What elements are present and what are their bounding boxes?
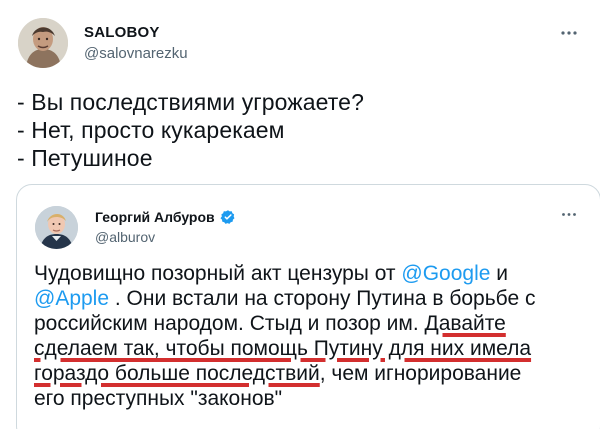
quoted-text-line: его преступных "законов" xyxy=(34,386,579,411)
tweet-header: SALOBOY @salovnarezku xyxy=(18,17,582,69)
quoted-text-line: Чудовищно позорный акт цензуры от @Googl… xyxy=(34,261,579,286)
highlighted-text-fragment: Давайте xyxy=(424,312,506,335)
quoted-text-fragment: и xyxy=(490,262,509,285)
quoted-author-meta: Георгий Албуров @alburov xyxy=(95,209,236,245)
quoted-text-line: @Apple . Они встали на сторону Путина в … xyxy=(34,286,579,311)
tweet-text: - Вы последствиями угрожаете? - Нет, про… xyxy=(17,89,364,171)
quoted-text-fragment: . Они встали на сторону Путина в борьбе … xyxy=(109,287,536,310)
mention-link-google[interactable]: @Google xyxy=(401,262,490,285)
quoted-author-name-row: Георгий Албуров xyxy=(95,209,236,225)
quoted-text-line: сделаем так, чтобы помощь Путину для них… xyxy=(34,336,579,361)
quoted-text-fragment: , чем игнорирование xyxy=(319,362,522,385)
quoted-tweet-header: Георгий Албуров @alburov xyxy=(35,202,585,252)
quoted-text-line: российским народом. Стыд и позор им. Дав… xyxy=(34,311,579,336)
quoted-text-fragment: российским народом. Стыд и позор им. xyxy=(34,312,425,335)
quoted-text-fragment: Чудовищно позорный акт цензуры от xyxy=(34,262,402,285)
highlighted-text-fragment: гораздо больше последствий xyxy=(34,362,320,385)
verified-badge-icon xyxy=(220,209,236,225)
quoted-author-avatar[interactable] xyxy=(35,205,78,249)
quoted-author-display-name[interactable]: Георгий Албуров xyxy=(95,209,215,225)
author-meta: SALOBOY @salovnarezku xyxy=(84,24,188,62)
quoted-text-line: гораздо больше последствий, чем игнориро… xyxy=(34,361,579,386)
more-horizontal-icon[interactable] xyxy=(557,203,581,225)
more-horizontal-icon[interactable] xyxy=(556,21,582,45)
author-avatar[interactable] xyxy=(18,18,68,68)
author-display-name[interactable]: SALOBOY xyxy=(84,24,188,41)
quoted-text-fragment: его преступных "законов" xyxy=(34,387,283,410)
quoted-tweet-text: Чудовищно позорный акт цензуры от @Googl… xyxy=(34,261,579,411)
quoted-author-handle[interactable]: @alburov xyxy=(95,229,236,245)
quoted-tweet-card[interactable]: Георгий Албуров @alburov Чудовищно позор… xyxy=(16,184,600,429)
mention-link-apple[interactable]: @Apple xyxy=(34,287,109,310)
highlighted-text-fragment: сделаем так, чтобы помощь Путину для них… xyxy=(34,337,532,360)
tweet-card: SALOBOY @salovnarezku - Вы последствиями… xyxy=(0,0,600,429)
author-handle[interactable]: @salovnarezku xyxy=(84,45,188,62)
